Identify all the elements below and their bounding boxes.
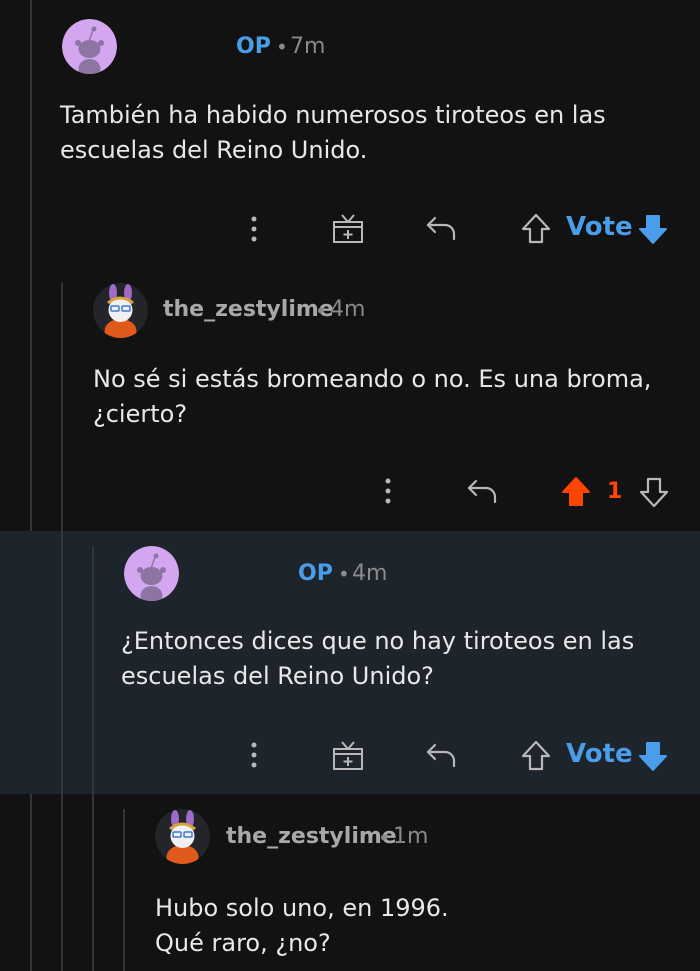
comment-timestamp: 4m xyxy=(330,297,366,322)
comment-author[interactable]: the_zestylime xyxy=(226,824,397,849)
award-gift-icon[interactable] xyxy=(331,738,365,776)
comment-author[interactable]: the_zestylime xyxy=(163,297,334,322)
user-avatar-icon xyxy=(155,809,210,864)
thread-line xyxy=(61,283,63,971)
user-avatar-icon xyxy=(93,283,148,338)
more-vertical-icon[interactable] xyxy=(378,476,398,510)
downvote-arrow-icon[interactable] xyxy=(638,475,670,513)
comment-body: También ha habido numerosos tiroteos en … xyxy=(60,101,606,164)
vote-label: Vote xyxy=(566,212,633,242)
meta-separator: • xyxy=(315,299,327,323)
op-avatar[interactable] xyxy=(62,19,117,74)
comment-timestamp: 4m xyxy=(352,561,388,586)
vote-score: 1 xyxy=(607,479,623,504)
comment-timestamp: 7m xyxy=(290,34,326,59)
meta-separator: • xyxy=(276,35,288,59)
thread-line xyxy=(123,809,125,971)
reply-icon[interactable] xyxy=(425,213,457,247)
upvote-arrow-icon[interactable] xyxy=(520,212,552,250)
op-avatar[interactable] xyxy=(124,546,179,601)
comment-body: ¿Entonces dices que no hay tiroteos en l… xyxy=(121,627,635,690)
user-avatar[interactable] xyxy=(93,283,148,338)
upvote-arrow-icon[interactable] xyxy=(520,739,552,777)
thread-line xyxy=(30,0,32,971)
reply-icon[interactable] xyxy=(425,740,457,774)
comment-body: Hubo solo uno, en 1996. Qué raro, ¿no? xyxy=(155,894,449,957)
more-vertical-icon[interactable] xyxy=(244,214,264,248)
upvote-arrow-icon[interactable] xyxy=(560,475,592,513)
reply-icon[interactable] xyxy=(466,476,498,510)
award-gift-icon[interactable] xyxy=(331,211,365,249)
vote-label: Vote xyxy=(566,739,633,769)
meta-separator: • xyxy=(338,562,350,586)
comment-author[interactable]: OP xyxy=(236,34,271,59)
snoo-avatar-icon xyxy=(124,546,179,601)
comment-timestamp: 1m xyxy=(393,824,429,849)
more-vertical-icon[interactable] xyxy=(244,740,264,774)
user-avatar[interactable] xyxy=(155,809,210,864)
downvote-arrow-icon[interactable] xyxy=(637,212,669,250)
downvote-arrow-icon[interactable] xyxy=(637,739,669,777)
meta-separator: • xyxy=(378,826,390,850)
comment-body: No sé si estás bromeando o no. Es una br… xyxy=(93,365,652,428)
comment-author[interactable]: OP xyxy=(298,561,333,586)
snoo-avatar-icon xyxy=(62,19,117,74)
thread-line xyxy=(92,546,94,971)
